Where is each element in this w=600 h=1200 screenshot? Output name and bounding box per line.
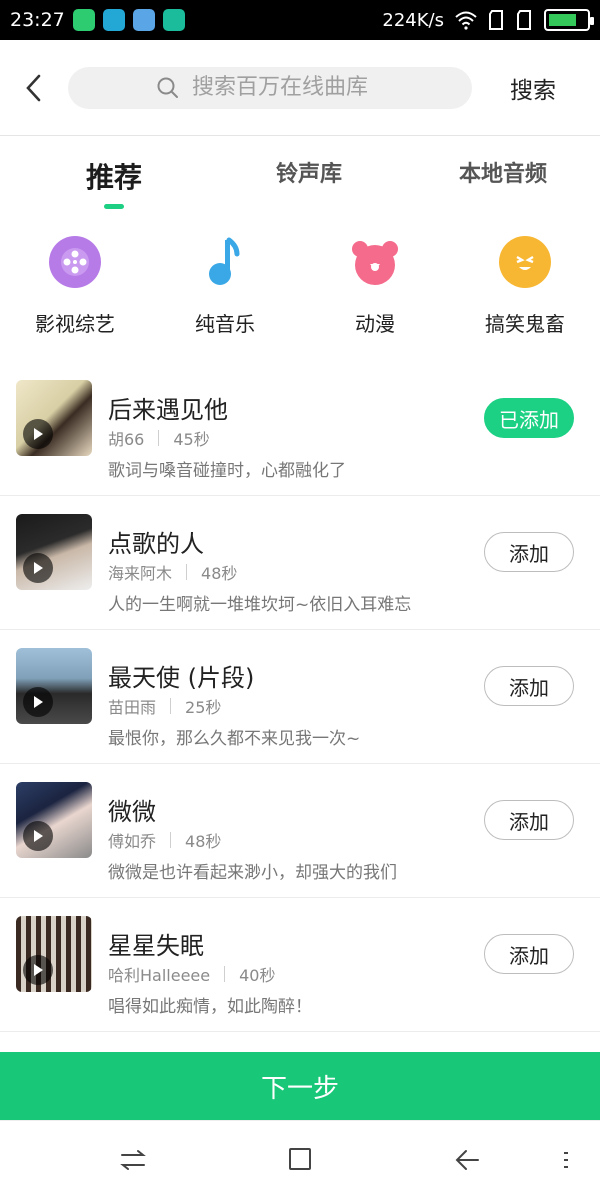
album-cover[interactable] bbox=[16, 782, 92, 858]
active-tab-indicator bbox=[104, 204, 124, 209]
song-list: 后来遇见他 胡66 45秒 歌词与嗓音碰撞时，心都融化了 已添加 点歌的人 海来… bbox=[0, 362, 600, 1032]
category-label: 纯音乐 bbox=[195, 312, 255, 336]
song-description: 微微是也许看起来渺小，却强大的我们 bbox=[108, 863, 397, 883]
tab-ringtones[interactable]: 铃声库 bbox=[276, 156, 342, 188]
search-box[interactable] bbox=[68, 66, 472, 109]
album-cover[interactable] bbox=[16, 648, 92, 724]
header: 搜索 bbox=[0, 40, 600, 136]
back-nav-icon[interactable] bbox=[452, 1145, 482, 1175]
song-meta: 海来阿木 48秒 bbox=[108, 560, 237, 584]
tab-bar: 推荐 铃声库 本地音频 bbox=[0, 140, 600, 220]
song-duration: 48秒 bbox=[201, 564, 238, 583]
next-step-button[interactable]: 下一步 bbox=[0, 1052, 600, 1120]
list-item[interactable]: 星星失眠 哈利Halleeee 40秒 唱得如此痴情，如此陶醉！ 添加 bbox=[0, 898, 600, 1032]
wifi-icon bbox=[455, 11, 477, 30]
category-film[interactable]: 影视综艺 bbox=[0, 236, 150, 337]
back-button[interactable] bbox=[8, 62, 60, 114]
tab-recommend[interactable]: 推荐 bbox=[86, 156, 142, 196]
play-icon[interactable] bbox=[23, 955, 53, 985]
song-title: 后来遇见他 bbox=[108, 396, 228, 424]
film-reel-icon bbox=[49, 236, 101, 288]
song-title: 微微 bbox=[108, 798, 156, 826]
song-title: 星星失眠 bbox=[108, 932, 204, 960]
song-duration: 25秒 bbox=[185, 698, 222, 717]
meta-divider bbox=[170, 832, 172, 848]
play-icon[interactable] bbox=[23, 419, 53, 449]
song-artist: 胡66 bbox=[108, 430, 145, 449]
home-icon[interactable] bbox=[286, 1145, 314, 1173]
list-item[interactable]: 后来遇见他 胡66 45秒 歌词与嗓音碰撞时，心都融化了 已添加 bbox=[0, 362, 600, 496]
sim-card-icon bbox=[489, 10, 503, 30]
green-app-icon bbox=[72, 9, 95, 31]
song-artist: 哈利Halleeee bbox=[108, 966, 211, 985]
status-bar: 23:27 224K/s bbox=[0, 0, 600, 40]
play-icon[interactable] bbox=[23, 553, 53, 583]
song-artist: 苗田雨 bbox=[108, 698, 157, 717]
song-meta: 胡66 45秒 bbox=[108, 426, 210, 450]
category-row: 影视综艺 纯音乐 动漫 搞笑鬼畜 bbox=[0, 236, 600, 346]
meta-divider bbox=[186, 564, 188, 580]
play-icon[interactable] bbox=[23, 821, 53, 851]
add-button[interactable]: 添加 bbox=[484, 532, 574, 572]
category-label: 动漫 bbox=[355, 312, 395, 336]
list-item[interactable]: 最天使 (片段) 苗田雨 25秒 最恨你，那么久都不来见我一次~ 添加 bbox=[0, 630, 600, 764]
song-duration: 48秒 bbox=[185, 832, 222, 851]
category-label: 影视综艺 bbox=[35, 312, 115, 336]
menu-dots-icon[interactable] bbox=[560, 1145, 572, 1175]
battery-icon bbox=[544, 9, 594, 31]
meta-divider bbox=[224, 966, 226, 982]
meta-divider bbox=[158, 430, 160, 446]
song-description: 唱得如此痴情，如此陶醉！ bbox=[108, 997, 312, 1017]
song-duration: 40秒 bbox=[239, 966, 276, 985]
play-icon[interactable] bbox=[23, 687, 53, 717]
song-meta: 哈利Halleeee 40秒 bbox=[108, 962, 275, 986]
album-cover[interactable] bbox=[16, 916, 92, 992]
song-duration: 45秒 bbox=[173, 430, 210, 449]
category-anime[interactable]: 动漫 bbox=[300, 236, 450, 337]
search-icon bbox=[157, 77, 178, 98]
album-cover[interactable] bbox=[16, 514, 92, 590]
add-button[interactable]: 添加 bbox=[484, 934, 574, 974]
category-pure-music[interactable]: 纯音乐 bbox=[150, 236, 300, 337]
add-button[interactable]: 添加 bbox=[484, 800, 574, 840]
blue-swirl-app-icon bbox=[102, 9, 125, 31]
song-meta: 苗田雨 25秒 bbox=[108, 694, 221, 718]
gallery-app-icon bbox=[132, 9, 155, 31]
search-button[interactable]: 搜索 bbox=[510, 71, 556, 105]
bear-icon bbox=[349, 236, 401, 288]
song-title: 点歌的人 bbox=[108, 530, 204, 558]
system-nav-bar bbox=[0, 1120, 600, 1200]
song-artist: 海来阿木 bbox=[108, 564, 173, 583]
song-meta: 傅如乔 48秒 bbox=[108, 828, 221, 852]
song-description: 最恨你，那么久都不来见我一次~ bbox=[108, 729, 361, 749]
usb-icon bbox=[162, 9, 185, 31]
category-funny[interactable]: 搞笑鬼畜 bbox=[450, 236, 600, 337]
add-button[interactable]: 添加 bbox=[484, 666, 574, 706]
music-note-icon bbox=[199, 236, 251, 288]
category-label: 搞笑鬼畜 bbox=[485, 312, 565, 336]
meta-divider bbox=[170, 698, 172, 714]
tab-local-audio[interactable]: 本地音频 bbox=[459, 156, 547, 188]
back-arrow-icon bbox=[26, 74, 41, 101]
search-input[interactable] bbox=[192, 75, 472, 100]
song-description: 歌词与嗓音碰撞时，心都融化了 bbox=[108, 461, 346, 481]
song-artist: 傅如乔 bbox=[108, 832, 157, 851]
sim-card-icon-2 bbox=[517, 10, 531, 30]
added-button[interactable]: 已添加 bbox=[484, 398, 574, 438]
list-item[interactable]: 微微 傅如乔 48秒 微微是也许看起来渺小，却强大的我们 添加 bbox=[0, 764, 600, 898]
song-description: 人的一生啊就一堆堆坎坷~依旧入耳难忘 bbox=[108, 595, 412, 615]
status-time: 23:27 bbox=[10, 9, 65, 31]
network-speed: 224K/s bbox=[382, 9, 444, 31]
album-cover[interactable] bbox=[16, 380, 92, 456]
list-item[interactable]: 点歌的人 海来阿木 48秒 人的一生啊就一堆堆坎坷~依旧入耳难忘 添加 bbox=[0, 496, 600, 630]
song-title: 最天使 (片段) bbox=[108, 664, 255, 692]
funny-face-icon bbox=[499, 236, 551, 288]
switch-apps-icon[interactable] bbox=[118, 1145, 148, 1175]
